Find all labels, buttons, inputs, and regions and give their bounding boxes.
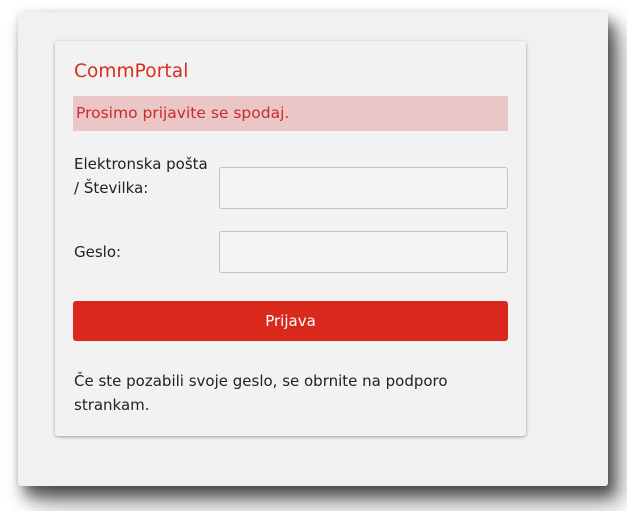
app-title: CommPortal	[74, 61, 189, 82]
password-label: Geslo:	[74, 243, 122, 261]
forgot-password-help-text: Če ste pozabili svoje geslo, se obrnite …	[74, 372, 448, 414]
login-prompt-alert: Prosimo prijavite se spodaj.	[73, 96, 508, 131]
password-field[interactable]	[219, 231, 508, 273]
login-card: CommPortal Prosimo prijavite se spodaj. …	[55, 41, 526, 436]
email-label: Elektronska pošta / Številka:	[74, 155, 208, 197]
login-button[interactable]: Prijava	[73, 301, 508, 341]
email-field[interactable]	[219, 167, 508, 209]
